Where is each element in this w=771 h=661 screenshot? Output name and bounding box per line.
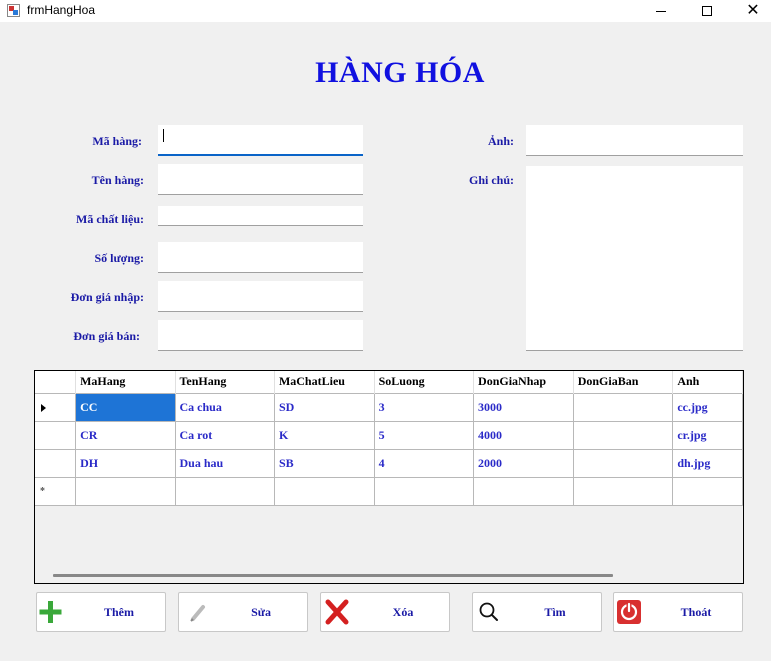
close-icon: ✕ — [746, 2, 760, 19]
pencil-icon — [190, 605, 205, 622]
current-row-icon — [41, 403, 46, 412]
row-header-corner — [35, 371, 77, 393]
minimize-icon — [656, 10, 666, 12]
grid-cell[interactable]: cr.jpg — [672, 420, 743, 450]
grid-cell[interactable] — [273, 476, 375, 506]
don-gia-ban-label: Đơn giá bán: — [73, 329, 140, 343]
sua-label: Sửa — [251, 604, 271, 619]
ten-hang-label: Tên hàng: — [91, 173, 144, 187]
so-luong-input[interactable] — [158, 242, 363, 273]
sua-button[interactable]: Sửa — [178, 592, 308, 632]
grid-cell[interactable] — [174, 476, 275, 506]
horizontal-scrollbar[interactable] — [53, 574, 613, 577]
delete-x-icon — [325, 599, 349, 625]
column-header[interactable]: Anh — [672, 371, 743, 393]
table-row[interactable]: DH Dua hau SB 4 2000 dh.jpg — [35, 448, 743, 478]
ghi-chu-textarea[interactable] — [526, 166, 743, 351]
grid-cell[interactable]: 3 — [373, 392, 475, 422]
row-header[interactable] — [35, 392, 77, 422]
maximize-icon — [702, 6, 712, 16]
grid-cell[interactable] — [572, 420, 674, 450]
grid-cell[interactable] — [572, 476, 674, 506]
column-header[interactable]: MaChatLieu — [274, 371, 375, 393]
row-header[interactable] — [35, 420, 77, 450]
column-header[interactable]: DonGiaNhap — [473, 371, 574, 393]
grid-cell[interactable]: CC — [75, 392, 176, 422]
grid-cell[interactable] — [672, 476, 743, 506]
grid-cell[interactable]: 5 — [373, 420, 475, 450]
xoa-button[interactable]: Xóa — [320, 592, 450, 632]
so-luong-label: Số lượng: — [94, 251, 144, 265]
grid-cell[interactable]: dh.jpg — [672, 448, 743, 478]
new-row[interactable]: * — [35, 476, 743, 506]
row-header[interactable]: * — [35, 476, 77, 506]
tim-button[interactable]: Tìm — [472, 592, 602, 632]
grid-cell[interactable]: DH — [75, 448, 176, 478]
grid-cell[interactable]: SD — [273, 392, 375, 422]
grid-cell[interactable]: 4000 — [473, 420, 574, 450]
grid-cell[interactable]: Ca chua — [174, 392, 275, 422]
column-header[interactable]: MaHang — [75, 371, 176, 393]
grid-cell[interactable]: K — [273, 420, 375, 450]
ma-hang-input[interactable] — [158, 125, 363, 156]
grid-cell[interactable]: SB — [273, 448, 375, 478]
tim-label: Tìm — [544, 604, 566, 619]
grid-cell[interactable] — [572, 392, 674, 422]
row-header[interactable] — [35, 448, 77, 478]
data-grid[interactable]: MaHang TenHang MaChatLieu SoLuong DonGia… — [34, 370, 744, 584]
search-icon — [479, 602, 498, 621]
column-header[interactable]: DonGiaBan — [573, 371, 674, 393]
thoat-button[interactable]: Thoát — [613, 592, 743, 632]
grid-cell[interactable]: Dua hau — [174, 448, 275, 478]
table-row[interactable]: CC Ca chua SD 3 3000 cc.jpg — [35, 392, 743, 422]
grid-table: MaHang TenHang MaChatLieu SoLuong DonGia… — [35, 371, 743, 506]
text-caret — [163, 129, 164, 142]
grid-cell[interactable] — [572, 448, 674, 478]
ma-chat-lieu-label: Mã chất liệu: — [76, 212, 144, 226]
close-button[interactable]: ✕ — [730, 0, 771, 22]
grid-cell[interactable]: cc.jpg — [672, 392, 743, 422]
maximize-button[interactable] — [684, 0, 730, 22]
grid-header-row: MaHang TenHang MaChatLieu SoLuong DonGia… — [35, 371, 743, 393]
xoa-label: Xóa — [392, 604, 414, 619]
ma-hang-label: Mã hàng: — [92, 134, 142, 148]
don-gia-nhap-label: Đơn giá nhập: — [70, 290, 144, 304]
app-icon — [7, 4, 20, 17]
grid-cell[interactable]: 3000 — [473, 392, 574, 422]
thoat-label: Thoát — [680, 604, 712, 619]
grid-cell[interactable] — [75, 476, 176, 506]
page-title: HÀNG HÓA — [315, 56, 485, 89]
anh-input[interactable] — [526, 125, 743, 156]
them-button[interactable]: Thêm — [36, 592, 166, 632]
power-icon — [617, 600, 641, 624]
grid-cell[interactable]: 2000 — [473, 448, 574, 478]
ten-hang-input[interactable] — [158, 164, 363, 195]
table-row[interactable]: CR Ca rot K 5 4000 cr.jpg — [35, 420, 743, 450]
grid-cell[interactable]: CR — [75, 420, 176, 450]
grid-cell[interactable]: 4 — [373, 448, 475, 478]
title-bar: frmHangHoa ✕ — [0, 0, 771, 22]
don-gia-nhap-input[interactable] — [158, 281, 363, 312]
them-label: Thêm — [104, 604, 134, 619]
anh-label: Ảnh: — [487, 134, 514, 148]
plus-icon — [39, 601, 62, 623]
ghi-chu-label: Ghi chú: — [468, 173, 514, 187]
grid-cell[interactable] — [473, 476, 574, 506]
grid-cell[interactable] — [373, 476, 475, 506]
grid-cell[interactable]: Ca rot — [174, 420, 275, 450]
column-header[interactable]: TenHang — [175, 371, 275, 393]
don-gia-ban-input[interactable] — [158, 320, 363, 351]
window-title: frmHangHoa — [27, 3, 96, 17]
minimize-button[interactable] — [638, 0, 684, 22]
ma-chat-lieu-input[interactable] — [158, 206, 363, 226]
column-header[interactable]: SoLuong — [374, 371, 475, 393]
new-row-marker: * — [40, 485, 45, 497]
